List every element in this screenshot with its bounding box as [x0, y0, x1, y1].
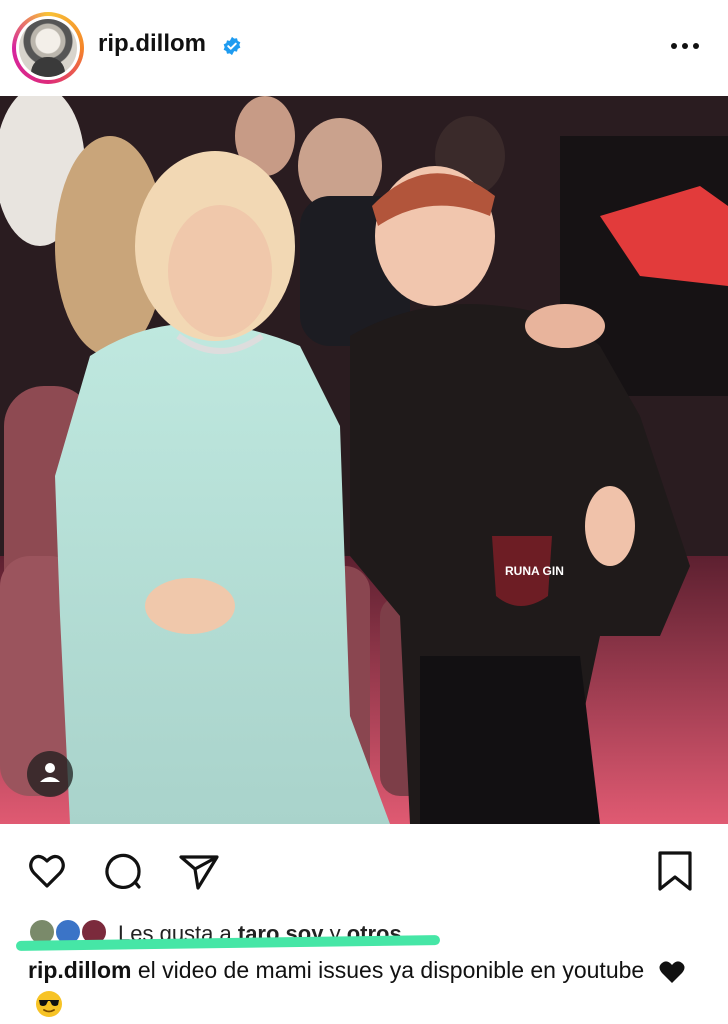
- post-photo[interactable]: RUNA GIN: [0, 96, 728, 824]
- heart-icon[interactable]: [24, 848, 70, 894]
- more-options-icon[interactable]: [668, 36, 702, 56]
- tagged-people-button[interactable]: [27, 751, 73, 797]
- glass-label: RUNA GIN: [505, 564, 564, 578]
- profile-avatar[interactable]: [12, 12, 84, 84]
- verified-badge-icon: [223, 36, 241, 56]
- sunglasses-emoji-icon: [36, 990, 62, 1017]
- post-actions: [0, 824, 728, 914]
- caption-username[interactable]: rip.dillom: [28, 957, 132, 983]
- comment-icon[interactable]: [100, 848, 146, 894]
- send-icon[interactable]: [176, 848, 222, 894]
- black-heart-icon: [659, 961, 685, 983]
- post-caption: rip.dillom el video de mami issues ya di…: [28, 955, 718, 1019]
- post-username[interactable]: rip.dillom: [98, 30, 206, 58]
- photo-illustration: [0, 96, 728, 824]
- person-tag-icon: [40, 763, 60, 782]
- bookmark-icon[interactable]: [652, 848, 698, 894]
- post-header: rip.dillom: [0, 0, 728, 96]
- caption-text: el video de mami issues ya disponible en…: [137, 957, 645, 983]
- avatar-image: [19, 19, 77, 77]
